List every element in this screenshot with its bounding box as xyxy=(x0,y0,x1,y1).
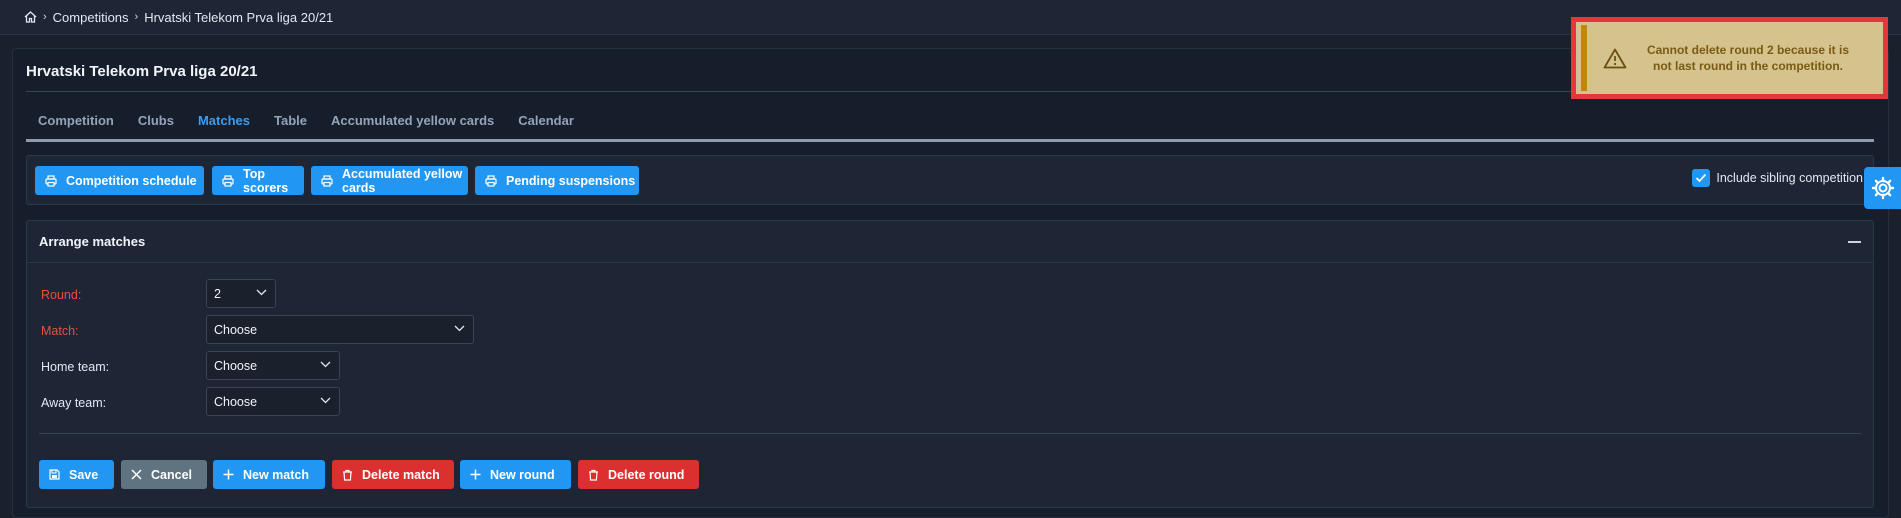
new-match-label: New match xyxy=(243,467,309,482)
print-toolbar: Competition schedule Top scorers Accumul… xyxy=(26,155,1874,205)
accumulated-yellow-cards-label: Accumulated yellow cards xyxy=(342,166,463,195)
new-round-button[interactable]: New round xyxy=(460,460,571,489)
tab-accumulated-yellow-cards[interactable]: Accumulated yellow cards xyxy=(319,111,506,139)
match-value: Choose xyxy=(214,322,258,337)
delete-round-button[interactable]: Delete round xyxy=(578,460,699,489)
home-icon[interactable] xyxy=(24,11,37,23)
top-scorers-label: Top scorers xyxy=(243,166,289,195)
home-team-value: Choose xyxy=(214,358,258,373)
home-team-select[interactable]: Choose xyxy=(206,351,340,380)
gear-icon[interactable] xyxy=(1864,167,1901,209)
chevron-down-icon xyxy=(320,361,331,368)
printer-icon xyxy=(485,174,497,187)
panel-header: Arrange matches xyxy=(27,221,1873,263)
round-value: 2 xyxy=(214,286,221,301)
breadcrumb-current: Hrvatski Telekom Prva liga 20/21 xyxy=(144,9,334,25)
include-sibling-label: Include sibling competition xyxy=(1716,171,1863,185)
tab-underline xyxy=(26,139,1874,142)
delete-round-label: Delete round xyxy=(608,467,685,482)
divider xyxy=(39,433,1861,434)
delete-match-label: Delete match xyxy=(362,467,440,482)
chevron-right-icon: › xyxy=(134,11,139,23)
tab-matches[interactable]: Matches xyxy=(186,111,262,139)
tab-calendar[interactable]: Calendar xyxy=(506,111,586,139)
trash-icon xyxy=(343,469,352,481)
warning-toast: Cannot delete round 2 because it is not … xyxy=(1571,17,1888,99)
cancel-button[interactable]: Cancel xyxy=(121,460,207,489)
save-button[interactable]: Save xyxy=(39,460,114,489)
minus-icon[interactable] xyxy=(1845,233,1863,251)
home-team-label: Home team: xyxy=(41,360,110,374)
pending-suspensions-label: Pending suspensions xyxy=(506,173,636,188)
save-label: Save xyxy=(69,467,99,482)
accumulated-yellow-cards-button[interactable]: Accumulated yellow cards xyxy=(311,166,468,195)
competition-schedule-button[interactable]: Competition schedule xyxy=(35,166,204,195)
toast-body: Cannot delete round 2 because it is not … xyxy=(1581,25,1882,91)
printer-icon xyxy=(321,174,333,187)
delete-match-button[interactable]: Delete match xyxy=(332,460,454,489)
arrange-matches-panel: Arrange matches Round: 2 Match: Choose H… xyxy=(26,220,1874,508)
chevron-down-icon xyxy=(320,397,331,404)
printer-icon xyxy=(45,174,57,187)
chevron-down-icon xyxy=(256,289,267,296)
tab-clubs[interactable]: Clubs xyxy=(126,111,186,139)
cancel-label: Cancel xyxy=(151,467,192,482)
breadcrumb-competitions[interactable]: Competitions xyxy=(53,10,129,25)
checkbox-checked-icon[interactable] xyxy=(1692,169,1711,187)
tab-competition[interactable]: Competition xyxy=(26,111,126,139)
plus-icon xyxy=(223,469,234,480)
chevron-down-icon xyxy=(454,325,465,332)
top-scorers-button[interactable]: Top scorers xyxy=(212,166,304,195)
new-round-label: New round xyxy=(490,467,555,482)
new-match-button[interactable]: New match xyxy=(213,460,325,489)
panel-title: Arrange matches xyxy=(39,234,146,249)
save-icon xyxy=(49,469,60,480)
competition-card: Hrvatski Telekom Prva liga 20/21 Competi… xyxy=(12,48,1889,518)
away-team-label: Away team: xyxy=(41,396,107,410)
away-team-select[interactable]: Choose xyxy=(206,387,340,416)
include-sibling-competition[interactable]: Include sibling competition xyxy=(1692,169,1863,187)
toast-message: Cannot delete round 2 because it is not … xyxy=(1646,43,1850,73)
printer-icon xyxy=(222,174,234,187)
close-icon xyxy=(131,469,142,480)
match-select[interactable]: Choose xyxy=(206,315,474,344)
page-title: Hrvatski Telekom Prva liga 20/21 xyxy=(26,63,258,80)
match-label: Match: xyxy=(41,324,79,338)
competition-schedule-label: Competition schedule xyxy=(66,173,197,188)
trash-icon xyxy=(589,469,598,481)
breadcrumb: › Competitions › Hrvatski Telekom Prva l… xyxy=(24,10,333,25)
round-label: Round: xyxy=(41,288,82,302)
round-select[interactable]: 2 xyxy=(206,279,276,308)
tab-table[interactable]: Table xyxy=(262,111,319,139)
warning-icon xyxy=(1587,48,1643,69)
away-team-value: Choose xyxy=(214,394,258,409)
chevron-right-icon: › xyxy=(43,11,47,23)
pending-suspensions-button[interactable]: Pending suspensions xyxy=(475,166,639,195)
plus-icon xyxy=(470,469,481,480)
